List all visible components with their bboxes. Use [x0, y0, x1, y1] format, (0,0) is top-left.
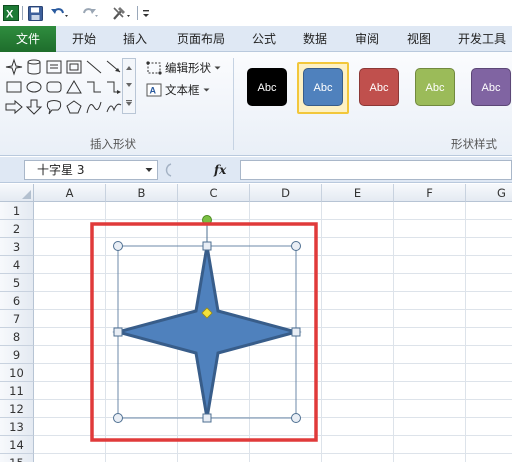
quick-access-toolbar: X	[0, 0, 512, 26]
tab-view[interactable]: 视图	[407, 26, 431, 52]
svg-text:A: A	[150, 86, 157, 96]
line-icon[interactable]	[84, 58, 104, 76]
shape-style-swatch[interactable]: Abc	[247, 68, 287, 106]
rounded-rectangle-icon[interactable]	[44, 78, 64, 96]
edit-shape-label: 编辑形状	[165, 61, 211, 75]
name-box-value: 十字星 3	[37, 163, 85, 177]
text-box-icon: A	[146, 83, 162, 97]
shape-styles-group-label: 形状样式	[451, 137, 497, 151]
ribbon: 编辑形状 A 文本框 插入形状 Abc Abc Abc Abc Abc 形状样式	[0, 52, 512, 156]
chevron-down-icon[interactable]	[145, 167, 153, 173]
shape-layer	[90, 215, 318, 442]
tab-home[interactable]: 开始	[72, 26, 96, 52]
svg-text:X: X	[6, 9, 14, 21]
tab-file[interactable]: 文件	[0, 26, 56, 52]
formula-input[interactable]	[240, 160, 512, 180]
freeform-icon[interactable]	[104, 98, 124, 116]
excel-icon[interactable]: X	[3, 4, 19, 22]
shape-style-swatch[interactable]: Abc	[415, 68, 455, 106]
resize-handle-bottom[interactable]	[202, 413, 212, 423]
shape-style-swatch[interactable]: Abc	[359, 68, 399, 106]
text-box-button[interactable]: A 文本框	[146, 82, 210, 98]
shapes-gallery-scroll[interactable]	[122, 58, 136, 114]
edit-shape-button[interactable]: 编辑形状	[146, 60, 221, 76]
formula-bar: 十字星 3 fx	[0, 157, 512, 183]
triangle-icon[interactable]	[64, 78, 84, 96]
tab-developer[interactable]: 开发工具	[458, 26, 506, 52]
pentagon-icon[interactable]	[64, 98, 84, 116]
rectangle-icon[interactable]	[4, 78, 24, 96]
tab-review[interactable]: 审阅	[355, 26, 379, 52]
shape-style-swatch[interactable]: Abc	[303, 68, 343, 106]
tab-formulas[interactable]: 公式	[252, 26, 276, 52]
resize-handle-top[interactable]	[202, 241, 212, 251]
chevron-down-icon	[203, 88, 209, 92]
resize-handle-bottom-right[interactable]	[291, 413, 301, 423]
arrow-line-icon[interactable]	[104, 58, 124, 76]
shape-style-swatch[interactable]: Abc	[471, 68, 511, 106]
star-outline-icon[interactable]	[4, 58, 24, 76]
fx-icon[interactable]: fx	[214, 161, 226, 179]
oval-icon[interactable]	[24, 78, 44, 96]
save-icon[interactable]	[27, 4, 43, 22]
resize-handle-top-right[interactable]	[291, 241, 301, 251]
customize-icon[interactable]	[140, 4, 152, 22]
tab-page-layout[interactable]: 页面布局	[177, 26, 225, 52]
curve-icon[interactable]	[84, 98, 104, 116]
text-box-shape-icon[interactable]	[44, 58, 64, 76]
redo-icon[interactable]	[79, 4, 101, 22]
down-arrow-icon[interactable]	[24, 98, 44, 116]
name-box[interactable]: 十字星 3	[24, 160, 158, 180]
edit-shape-icon	[146, 61, 162, 75]
elbow-connector-icon[interactable]	[84, 78, 104, 96]
tab-insert[interactable]: 插入	[123, 26, 147, 52]
text-box-label: 文本框	[165, 83, 200, 97]
tab-data[interactable]: 数据	[303, 26, 327, 52]
worksheet: ABCDEFG 123456789101112131415	[0, 184, 512, 462]
formula-splitter[interactable]	[162, 162, 174, 178]
chevron-down-icon	[214, 66, 221, 70]
cylinder-icon[interactable]	[24, 58, 44, 76]
tools-icon[interactable]	[110, 4, 134, 22]
resize-handle-left[interactable]	[113, 327, 123, 337]
resize-handle-top-left[interactable]	[113, 241, 123, 251]
elbow-arrow-icon[interactable]	[104, 78, 124, 96]
right-arrow-icon[interactable]	[4, 98, 24, 116]
ribbon-tab-bar: 文件 开始 插入 页面布局 公式 数据 审阅 视图 开发工具	[0, 26, 512, 52]
picture-frame-icon[interactable]	[64, 58, 84, 76]
resize-handle-right[interactable]	[291, 327, 301, 337]
undo-icon[interactable]	[49, 4, 71, 22]
four-point-star-shape[interactable]	[112, 245, 302, 419]
resize-handle-bottom-left[interactable]	[113, 413, 123, 423]
insert-shapes-group-label: 插入形状	[90, 137, 136, 151]
callout-icon[interactable]	[44, 98, 64, 116]
